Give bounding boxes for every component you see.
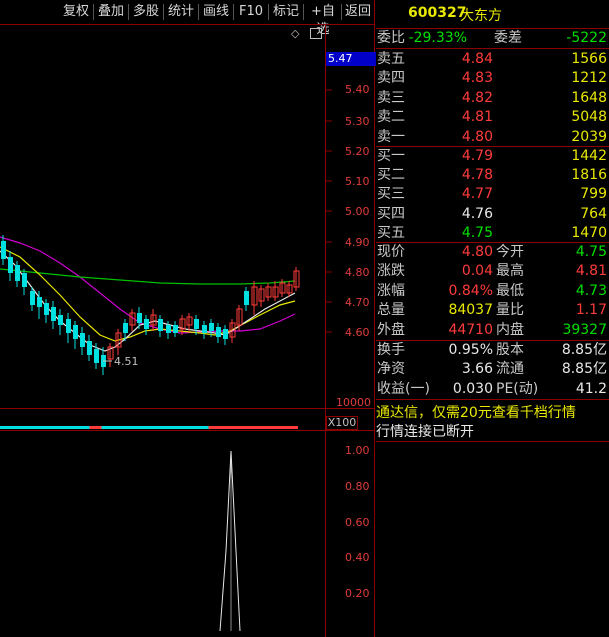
stock-name: 大东方 <box>460 8 502 24</box>
oscillator-chart[interactable] <box>0 431 325 637</box>
price-axis-label: 5.30 <box>345 115 370 128</box>
level-price: 4.82 <box>461 89 493 106</box>
sell-level-row: 卖三 4.82 1648 <box>376 89 609 108</box>
buy-level-row: 买二 4.78 1816 <box>376 166 609 185</box>
level-label: 卖三 <box>377 89 405 106</box>
osc-axis-label: 1.00 <box>345 444 370 457</box>
level-volume: 799 <box>580 186 607 203</box>
candles <box>1 235 300 375</box>
stat-row: 收益(一) 0.030 PE(动) 41.2 <box>377 380 607 397</box>
quote-panel: 600327 大东方 委比 -29.33% 委差 -5222 卖五 4.84 156… <box>376 0 609 637</box>
connection-status: 行情连接已断开 <box>376 424 474 440</box>
multi-stock-button[interactable]: 多股 <box>130 3 162 21</box>
sell-level-row: 卖四 4.83 1212 <box>376 69 609 88</box>
stat-row: 涨跌 0.04 最高 4.81 <box>377 263 607 280</box>
level-label: 买二 <box>377 167 405 184</box>
panel-divider <box>374 0 375 637</box>
level-price: 4.80 <box>461 128 493 145</box>
level-label: 买五 <box>377 224 405 241</box>
level-volume: 1470 <box>571 224 607 241</box>
price-axis-label: 4.90 <box>345 236 370 249</box>
level-price: 4.79 <box>461 148 493 164</box>
osc-axis-label: 0.40 <box>345 551 370 564</box>
price-axis-label: 4.60 <box>345 326 370 339</box>
price-axis-label: 4.70 <box>345 296 370 309</box>
buy-level-row: 买四 4.76 764 <box>376 205 609 224</box>
ma-line-green <box>0 268 296 285</box>
buy-level-row: 买五 4.75 1470 <box>376 224 609 243</box>
candlestick-chart[interactable] <box>0 25 325 408</box>
osc-axis-label: 0.80 <box>345 480 370 493</box>
volume-unit-box: X100 <box>326 416 358 430</box>
statistics-button[interactable]: 统计 <box>165 3 197 21</box>
level-price: 4.75 <box>461 224 493 241</box>
mark-button[interactable]: 标记 <box>270 3 302 21</box>
osc-axis-label: 0.20 <box>345 587 370 600</box>
price-axis-label: 4.80 <box>345 266 370 279</box>
price-axis-label: 5.00 <box>345 205 370 218</box>
level-label: 卖四 <box>377 70 405 87</box>
level-volume: 1816 <box>571 167 607 184</box>
price-axis-label: 5.20 <box>345 145 370 158</box>
level-volume: 5048 <box>571 109 607 126</box>
price-axis-ticks <box>326 89 332 333</box>
sell-level-row: 卖二 4.81 5048 <box>376 108 609 127</box>
level-price: 4.81 <box>461 109 493 126</box>
price-axis-label: 5.40 <box>345 83 370 96</box>
low-price-annotation: 4.51 <box>114 355 139 368</box>
stat-row: 总量 84037 量比 1.17 <box>377 302 607 319</box>
level-volume: 2039 <box>571 128 607 145</box>
ma-line-white <box>0 250 296 352</box>
level-price: 4.76 <box>461 205 493 222</box>
stat-row: 涨幅 0.84% 最低 4.73 <box>377 282 607 299</box>
upgrade-notice-link[interactable]: 通达信，仅需20元查看千档行情 <box>376 402 576 422</box>
osc-axis-label: 0.60 <box>345 516 370 529</box>
sell-level-row: 卖一 4.80 2039 <box>376 128 609 147</box>
level-volume: 1212 <box>571 70 607 87</box>
level-price: 4.77 <box>461 186 493 203</box>
volume-axis-label: 10000 <box>336 396 371 409</box>
fuquan-button[interactable]: 复权 <box>60 3 92 21</box>
price-axis-label: 5.10 <box>345 175 370 188</box>
toolbar: 复权 叠加 多股 统计 画线 F10 标记 +自选 返回 <box>0 0 374 37</box>
add-watchlist-button[interactable]: +自选 <box>305 3 341 37</box>
draw-line-button[interactable]: 画线 <box>200 3 232 21</box>
level-label: 卖一 <box>377 128 405 145</box>
level-volume: 1648 <box>571 89 607 106</box>
level-price: 4.83 <box>461 70 493 87</box>
stat-row: 现价 4.80 今开 4.75 <box>377 244 607 260</box>
stock-code: 600327 <box>408 5 467 21</box>
overlay-button[interactable]: 叠加 <box>95 3 127 21</box>
level-label: 买三 <box>377 186 405 203</box>
volume-bars <box>0 426 298 429</box>
stat-row: 换手 0.95% 股本 8.85亿 <box>377 342 607 358</box>
price-volume-divider <box>0 408 375 409</box>
level-label: 买一 <box>377 148 405 164</box>
oscillator-spike <box>219 450 241 632</box>
buy-level-row: 买一 4.79 1442 <box>376 147 609 166</box>
level-volume: 1442 <box>571 148 607 164</box>
level-price: 4.84 <box>461 51 493 67</box>
stat-row: 外盘 44710 内盘 39327 <box>377 321 607 338</box>
level-price: 4.78 <box>461 167 493 184</box>
back-button[interactable]: 返回 <box>342 3 374 21</box>
stat-row: 净资 3.66 流通 8.85亿 <box>377 361 607 378</box>
buy-level-row: 买三 4.77 799 <box>376 185 609 204</box>
level-label: 卖五 <box>377 51 405 67</box>
level-volume: 764 <box>580 205 607 222</box>
level-volume: 1566 <box>571 51 607 67</box>
f10-button[interactable]: F10 <box>235 3 267 21</box>
sell-level-row: 卖五 4.84 1566 <box>376 50 609 69</box>
level-label: 卖二 <box>377 109 405 126</box>
wei-bi-row: 委比 -29.33% 委差 -5222 <box>377 30 607 46</box>
level-label: 买四 <box>377 205 405 222</box>
